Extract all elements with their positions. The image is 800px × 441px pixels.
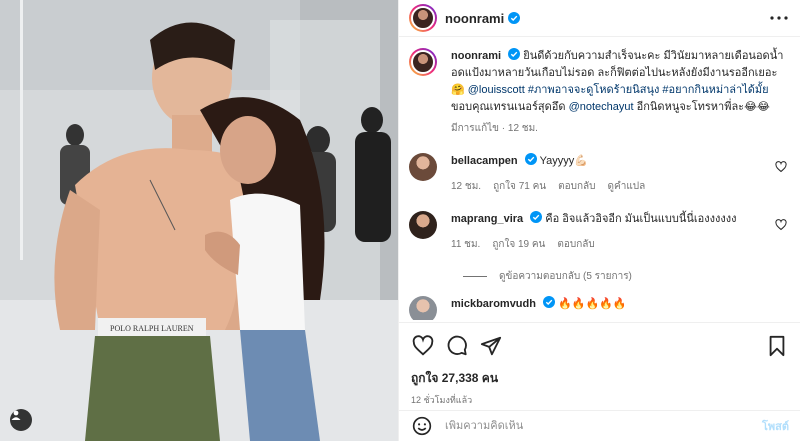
author-username[interactable]: noonrami [445, 11, 504, 26]
like-button[interactable] [411, 334, 435, 358]
author-avatar[interactable] [409, 4, 437, 32]
comment-likes[interactable]: ถูกใจ 71 คน [493, 179, 546, 195]
commenter-username[interactable]: maprang_vira [451, 213, 523, 225]
more-options-button[interactable] [767, 6, 791, 30]
user-tag-icon [11, 410, 21, 420]
reply-button[interactable]: ตอบกลับ [557, 237, 594, 253]
replies-divider [463, 276, 487, 277]
add-comment-bar: โพสต์ [399, 410, 800, 441]
share-icon [480, 336, 502, 356]
comment-item: bellacampen Yayyyy💪🏻 12 ชม. ถูกใจ 71 คน … [409, 153, 789, 195]
translate-button[interactable]: ดูคำแปล [608, 179, 646, 195]
caption-meta: มีการแก้ไข · 12 ชม. [451, 123, 538, 134]
caption-text: ยินดีด้วยกับความสำเร็จนะคะ มีวินัยมาหลาย… [451, 50, 784, 79]
user-tag-button[interactable] [10, 409, 32, 431]
heart-icon [412, 335, 434, 356]
caption-text: ขอบคุณเทรนเนอร์สุดอึด [451, 101, 566, 113]
verified-badge-icon [543, 296, 556, 308]
post-time: 12 ชั่วโมงที่แล้ว [411, 395, 473, 405]
comment-input[interactable] [445, 420, 762, 432]
waistband-text: POLO RALPH LAUREN [110, 324, 194, 333]
commenter-username[interactable]: mickbaromvudh [451, 298, 536, 310]
more-horizontal-icon [770, 16, 788, 20]
verified-badge-icon [508, 48, 521, 60]
comment-text: Yayyyy💪🏻 [539, 155, 588, 167]
commenter-avatar[interactable] [409, 296, 437, 320]
view-replies-label: ดูข้อความตอบกลับ (5 รายการ) [499, 271, 632, 282]
comments-section[interactable]: noonrami ยินดีด้วยกับความสำเร็จนะคะ มีวิ… [399, 38, 800, 320]
save-button[interactable] [765, 334, 789, 358]
comment-likes[interactable]: ถูกใจ 19 คน [492, 237, 545, 253]
reply-button[interactable]: ตอบกลับ [558, 179, 595, 195]
comment-text: คือ อิจแล้วอิจอีก มันเป็นแบบนี้นี่เองงงง… [545, 213, 737, 225]
hashtag-link[interactable]: #ภาพอาจจะดูโหดร้ายนิสนุง [528, 84, 659, 96]
comment-text: 🔥🔥🔥🔥🔥 [558, 298, 627, 310]
comment-like-heart-icon[interactable] [775, 161, 787, 173]
comment-like-heart-icon[interactable] [775, 219, 787, 231]
hashtag-link[interactable]: #อยากกินหม่าล่าได้มั้ย [662, 84, 768, 96]
likes-count[interactable]: ถูกใจ 27,338 คน [411, 369, 789, 388]
post-comment-button[interactable]: โพสต์ [762, 417, 789, 435]
commenter-avatar[interactable] [409, 211, 437, 239]
mention-link[interactable]: @notechayut [569, 101, 634, 113]
caption-username[interactable]: noonrami [451, 50, 501, 62]
post-photo[interactable]: POLO RALPH LAUREN [0, 0, 398, 441]
mention-link[interactable]: @louisscott [468, 84, 525, 96]
comment-time: 12 ชม. [451, 181, 482, 192]
caption-text: อีกนิดหนูจะโทรหาพี่ละ [636, 101, 745, 113]
verified-badge-icon [524, 153, 537, 165]
commenter-username[interactable]: bellacampen [451, 155, 518, 167]
comment-time: 11 ชม. [451, 239, 481, 250]
verified-badge-icon [508, 12, 521, 24]
post-actions: ถูกใจ 27,338 คน 12 ชั่วโมงที่แล้ว [399, 322, 800, 407]
comment-item: mickbaromvudh 🔥🔥🔥🔥🔥 [409, 296, 789, 320]
caption-avatar[interactable] [409, 48, 437, 76]
commenter-avatar[interactable] [409, 153, 437, 181]
post-side-panel: noonrami noonrami ยินดีด้วยกับความสำเร็จ… [398, 0, 800, 441]
post-header: noonrami [399, 0, 800, 37]
share-button[interactable] [479, 334, 503, 358]
caption-emoji: 🤗 [451, 84, 465, 96]
post-caption: noonrami ยินดีด้วยกับความสำเร็จนะคะ มีวิ… [409, 48, 789, 137]
emoji-button[interactable] [411, 415, 433, 437]
emoji-icon [412, 416, 432, 436]
caption-emoji: 😂😂 [744, 101, 770, 113]
bookmark-icon [769, 335, 785, 357]
verified-badge-icon [530, 211, 543, 223]
photo-illustration: POLO RALPH LAUREN [0, 0, 398, 441]
comment-button[interactable] [445, 334, 469, 358]
view-replies-button[interactable]: ดูข้อความตอบกลับ (5 รายการ) [463, 269, 789, 284]
comment-icon [447, 335, 467, 356]
comment-item: maprang_vira คือ อิจแล้วอิจอีก มันเป็นแบ… [409, 211, 789, 253]
